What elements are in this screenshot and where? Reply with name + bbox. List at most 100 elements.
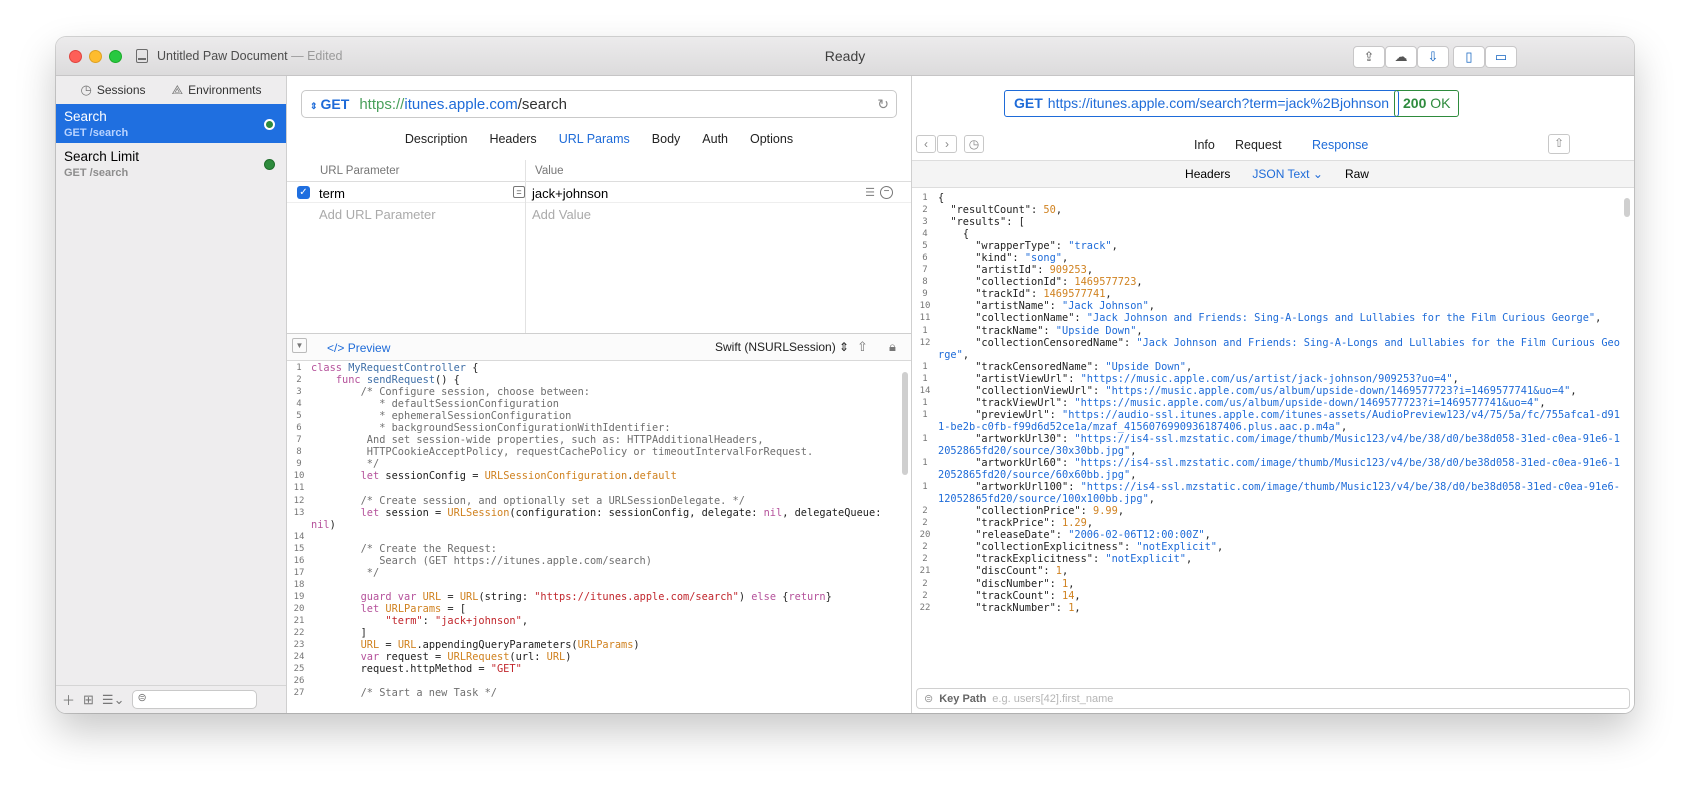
tab-sessions[interactable]: ◷ Sessions bbox=[80, 82, 145, 98]
json-line: 11 "collectionName": "Jack Johnson and F… bbox=[919, 312, 1602, 325]
code-line: 14 bbox=[293, 531, 305, 542]
json-line: 1 "artworkUrl30": "https://is4-ssl.mzsta… bbox=[922, 432, 1620, 457]
language-selector[interactable]: Swift (NSURLSession) ⇕ bbox=[715, 340, 849, 354]
param-name-header: URL Parameter bbox=[320, 165, 400, 177]
preview-tab[interactable]: </> Preview bbox=[327, 341, 390, 355]
tab-environments-label: Environments bbox=[188, 83, 262, 97]
code-line: 17 */ bbox=[293, 566, 380, 579]
cloud-sync-button[interactable]: ☁ bbox=[1385, 46, 1417, 68]
back-button[interactable]: ‹ bbox=[916, 135, 936, 153]
subtab-headers[interactable]: Headers bbox=[1185, 167, 1230, 181]
updown-icon: ⇕ bbox=[839, 340, 850, 354]
forward-button[interactable]: › bbox=[937, 135, 957, 153]
status-dot bbox=[264, 159, 275, 170]
collapse-pane-icon[interactable]: ▼ bbox=[292, 338, 307, 353]
json-line: 4 { bbox=[922, 228, 970, 241]
tab-options[interactable]: Options bbox=[750, 132, 793, 146]
preview-label: Preview bbox=[347, 341, 391, 355]
tab-response[interactable]: Response bbox=[1312, 138, 1368, 152]
json-line: 8 "collectionId": 1469577723, bbox=[922, 276, 1143, 289]
code-line: 8 HTTPCookieAcceptPolicy, requestCachePo… bbox=[296, 446, 814, 459]
add-group-icon[interactable]: ⊞ bbox=[83, 692, 94, 708]
sidebar-item-search[interactable]: Search GET /search bbox=[56, 104, 286, 143]
json-line: 9 "trackId": 1469577741, bbox=[922, 288, 1112, 301]
tab-auth[interactable]: Auth bbox=[702, 132, 728, 146]
subtab-raw[interactable]: Raw bbox=[1345, 167, 1369, 181]
code-line: 18 bbox=[293, 579, 305, 590]
code-icon: </> bbox=[327, 341, 345, 355]
response-subtabs: Headers JSON Text ⌄ Raw bbox=[912, 160, 1634, 188]
share-icon[interactable]: ⇧ bbox=[857, 339, 868, 355]
json-line: 1 "artistViewUrl": "https://music.apple.… bbox=[922, 372, 1459, 385]
json-line: 14 "collectionViewUrl": "https://music.a… bbox=[919, 384, 1577, 397]
param-value-field[interactable]: jack+johnson bbox=[532, 186, 608, 201]
url-bar[interactable]: ⇕ GET https://itunes.apple.com/search ↻ bbox=[301, 90, 897, 118]
json-line: 5 "wrapperType": "track", bbox=[922, 240, 1118, 253]
text-editor-icon[interactable]: ☰ bbox=[865, 186, 875, 199]
tab-request[interactable]: Request bbox=[1235, 138, 1282, 152]
url-params-table: URL Parameter Value ✓ term = jack+johnso… bbox=[287, 160, 911, 224]
tab-description[interactable]: Description bbox=[405, 132, 468, 146]
code-view[interactable]: 1 class MyRequestController { 2 func send… bbox=[287, 362, 897, 713]
key-path-label: Key Path bbox=[939, 692, 987, 705]
filter-icon: ⊜ bbox=[137, 692, 147, 704]
request-path: GET /search bbox=[64, 127, 129, 139]
method-label: GET bbox=[320, 96, 350, 112]
param-enabled-checkbox[interactable]: ✓ bbox=[297, 186, 310, 199]
tab-info[interactable]: Info bbox=[1194, 138, 1215, 152]
share-icon: ⇧ bbox=[1553, 136, 1565, 150]
method-selector[interactable]: ⇕ GET bbox=[310, 96, 349, 112]
toggle-bottom-panel-button[interactable]: ▭ bbox=[1485, 46, 1517, 68]
tab-sessions-label: Sessions bbox=[96, 83, 146, 97]
json-scrollbar[interactable] bbox=[1624, 198, 1630, 217]
code-line: 3 /* Configure session, choose between: bbox=[296, 386, 590, 399]
url-scheme: https:// bbox=[359, 95, 405, 113]
sidebar-filter-input[interactable]: ⊜ bbox=[132, 690, 258, 709]
code-generator-pane: ▼ </> Preview Swift (NSURLSession) ⇕ ⇧ 🔒… bbox=[287, 333, 911, 713]
json-line: 12 "collectionCensoredName": "Jack Johns… bbox=[919, 336, 1620, 361]
json-view[interactable]: 1{ 2 "resultCount": 50, 3 "results": [ 4… bbox=[912, 189, 1620, 684]
subtab-json-text[interactable]: JSON Text ⌄ bbox=[1252, 167, 1323, 181]
code-line: nil) bbox=[311, 518, 336, 531]
tab-headers[interactable]: Headers bbox=[489, 132, 536, 146]
code-line: 12 /* Create session, and optionally set… bbox=[293, 494, 745, 507]
key-path-input[interactable]: e.g. users[42].first_name bbox=[992, 693, 1113, 705]
json-line: 2 "collectionExplicitness": "notExplicit… bbox=[922, 541, 1224, 554]
code-line: 11 bbox=[293, 483, 305, 494]
code-line: 13 let session = URLSession(configuratio… bbox=[293, 506, 882, 519]
json-line: 1 "artworkUrl100": "https://is4-ssl.mzst… bbox=[922, 481, 1620, 506]
tab-body[interactable]: Body bbox=[652, 132, 681, 146]
code-line: 7 And set session-wide properties, such … bbox=[296, 434, 764, 447]
status-dot bbox=[264, 119, 275, 130]
response-url-badge[interactable]: GET https://itunes.apple.com/search?term=… bbox=[1004, 90, 1400, 117]
sidebar: ◷ Sessions ⟁ Environments Search GET /sear… bbox=[56, 76, 287, 713]
json-line: 2 "trackCount": 14, bbox=[922, 589, 1081, 602]
json-line: 2 "resultCount": 50, bbox=[922, 204, 1063, 217]
tab-environments[interactable]: ⟁ Environments bbox=[172, 82, 262, 98]
code-scrollbar[interactable] bbox=[902, 372, 908, 475]
json-line: 1{ bbox=[922, 192, 945, 204]
share-panel-button[interactable]: ⇩ bbox=[1417, 46, 1449, 68]
bottom-panel-icon: ▭ bbox=[1494, 49, 1508, 64]
add-request-icon[interactable]: ＋ bbox=[62, 690, 75, 709]
share-response-button[interactable]: ⇧ bbox=[1548, 134, 1570, 154]
toggle-sidebar-button[interactable]: ▯ bbox=[1453, 46, 1485, 68]
sidebar-item-search-limit[interactable]: Search Limit GET /search bbox=[56, 144, 286, 183]
request-editor: ⇕ GET https://itunes.apple.com/search ↻ D… bbox=[287, 76, 911, 713]
reload-icon[interactable]: ↻ bbox=[877, 96, 889, 113]
sort-icon[interactable]: ☰⌄ bbox=[102, 692, 125, 708]
json-line: 1 "trackViewUrl": "https://music.apple.c… bbox=[922, 396, 1546, 409]
code-line: 5 * ephemeralSessionConfiguration bbox=[296, 410, 572, 423]
key-path-filter[interactable]: ⊜ Key Path e.g. users[42].first_name bbox=[916, 688, 1630, 709]
status-badge[interactable]: 200 OK bbox=[1394, 90, 1460, 117]
remove-param-icon[interactable]: − bbox=[880, 186, 893, 199]
add-param-value-input[interactable]: Add Value bbox=[532, 207, 591, 222]
param-name-field[interactable]: term bbox=[319, 186, 345, 201]
tab-url-params[interactable]: URL Params bbox=[559, 132, 630, 146]
export-button[interactable]: ⇪ bbox=[1353, 46, 1385, 68]
json-line: 1 "trackName": "Upside Down", bbox=[922, 324, 1143, 337]
history-button[interactable]: ◷ bbox=[964, 135, 984, 153]
request-name: Search Limit bbox=[64, 149, 140, 164]
lock-icon[interactable]: 🔒︎ bbox=[889, 339, 896, 355]
add-param-name-input[interactable]: Add URL Parameter bbox=[319, 207, 436, 222]
